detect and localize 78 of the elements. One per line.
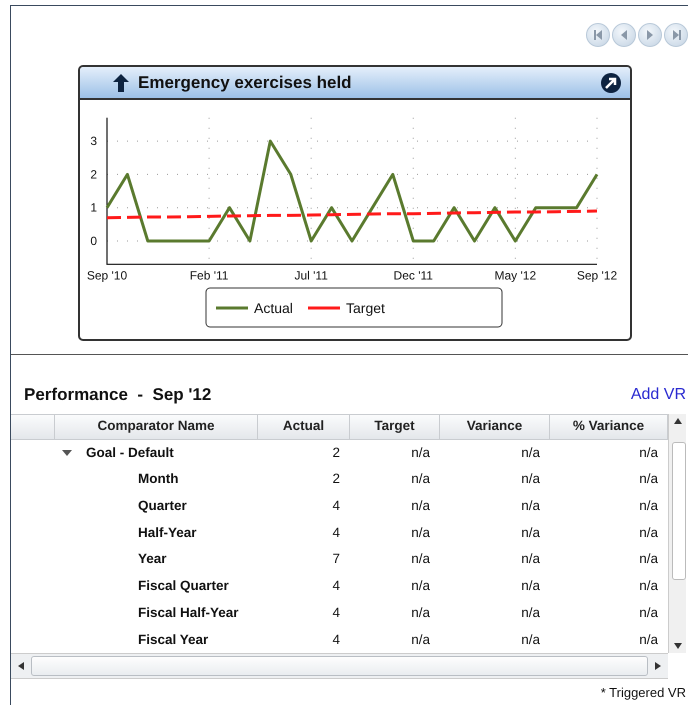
y-tick-label: 3 — [90, 134, 97, 148]
expand-icon[interactable] — [600, 72, 622, 94]
y-tick-label: 2 — [90, 167, 97, 182]
table-cell-text: n/a — [639, 604, 658, 622]
column-header[interactable]: Actual — [258, 414, 350, 440]
previous-page-button[interactable] — [612, 23, 636, 47]
comparator-name: Goal - Default — [86, 444, 174, 462]
scroll-down-icon[interactable] — [672, 642, 682, 650]
comparator-name: Fiscal Year — [138, 630, 208, 649]
y-tick-label: 0 — [90, 234, 97, 248]
table-cell-text: 4 — [332, 604, 340, 622]
x-tick-label: Dec '11 — [394, 268, 433, 282]
table-cell-text: n/a — [521, 577, 540, 596]
table-cell-text: n/a — [411, 630, 430, 649]
horizontal-scrollbar[interactable] — [11, 653, 668, 679]
x-tick-label: Sep '10 — [86, 268, 128, 282]
chart-title: Emergency exercises held — [138, 72, 352, 94]
comparator-name: Month — [138, 470, 178, 488]
column-header[interactable]: Target — [350, 414, 440, 440]
comparator-name: Year — [138, 550, 167, 568]
table-cell-text: n/a — [521, 444, 540, 462]
y-tick-label: 1 — [90, 200, 97, 215]
table-cell-text: n/a — [521, 524, 540, 542]
comparator-name: Half-Year — [138, 524, 197, 542]
table-cell-text: n/a — [521, 550, 540, 568]
scroll-right-icon[interactable] — [654, 661, 662, 671]
next-page-button[interactable] — [638, 23, 662, 47]
comparator-name: Fiscal Quarter — [138, 577, 229, 596]
scroll-left-icon[interactable] — [17, 661, 25, 671]
table-cell-text: n/a — [521, 630, 540, 649]
table-cell-text: n/a — [411, 444, 430, 462]
table-cell-text: n/a — [411, 470, 430, 488]
last-page-icon — [672, 30, 680, 40]
table-cell-text: 4 — [332, 630, 340, 649]
column-header[interactable]: % Variance — [550, 414, 668, 440]
table-cell-text: 4 — [332, 524, 340, 542]
table-cell-text: n/a — [411, 604, 430, 622]
table-cell-text: 2 — [332, 444, 340, 462]
table-cell-text: n/a — [639, 577, 658, 596]
comparator-name: Fiscal Half-Year — [138, 604, 239, 622]
table-cell-text: n/a — [411, 524, 430, 542]
table-cell-text: n/a — [521, 604, 540, 622]
table-cell-text: 4 — [332, 577, 340, 596]
comparator-name: Quarter — [138, 497, 187, 516]
table-cell-text: 4 — [332, 497, 340, 516]
table-cell-text: 2 — [332, 470, 340, 488]
vertical-scrollbar[interactable] — [668, 414, 686, 653]
first-page-icon — [594, 30, 602, 40]
x-tick-label: Sep '12 — [576, 268, 618, 282]
table-cell-text: n/a — [411, 550, 430, 568]
column-header — [11, 414, 55, 440]
collapse-arrow-icon[interactable] — [61, 448, 73, 458]
table-cell-text: n/a — [639, 630, 658, 649]
table-cell-text: n/a — [639, 524, 658, 542]
table-cell-text: n/a — [639, 497, 658, 516]
last-page-button[interactable] — [664, 23, 688, 47]
x-tick-label: Jul '11 — [294, 268, 328, 282]
legend-label: Actual — [254, 300, 293, 316]
table-cell-text: n/a — [639, 444, 658, 462]
previous-page-icon — [621, 30, 627, 40]
column-header[interactable]: Comparator Name — [55, 414, 258, 440]
table-cell-text: n/a — [521, 470, 540, 488]
x-tick-label: May '12 — [494, 268, 536, 282]
next-page-icon — [647, 30, 653, 40]
table-cell-text: n/a — [639, 470, 658, 488]
table-cell-text: n/a — [411, 577, 430, 596]
table-cell-text: n/a — [639, 550, 658, 568]
table-cell-text: n/a — [521, 497, 540, 516]
footnote: * Triggered VR — [600, 685, 686, 700]
column-header[interactable]: Variance — [440, 414, 550, 440]
section-title: Performance - Sep '12 — [23, 384, 212, 406]
table-cell-text: 7 — [332, 550, 340, 568]
legend-label: Target — [346, 300, 385, 316]
table-cell-text: n/a — [411, 497, 430, 516]
add-vr-link[interactable]: Add VR — [630, 383, 686, 407]
first-page-button[interactable] — [586, 23, 610, 47]
scroll-up-icon[interactable] — [672, 416, 682, 424]
x-tick-label: Feb '11 — [190, 268, 228, 282]
